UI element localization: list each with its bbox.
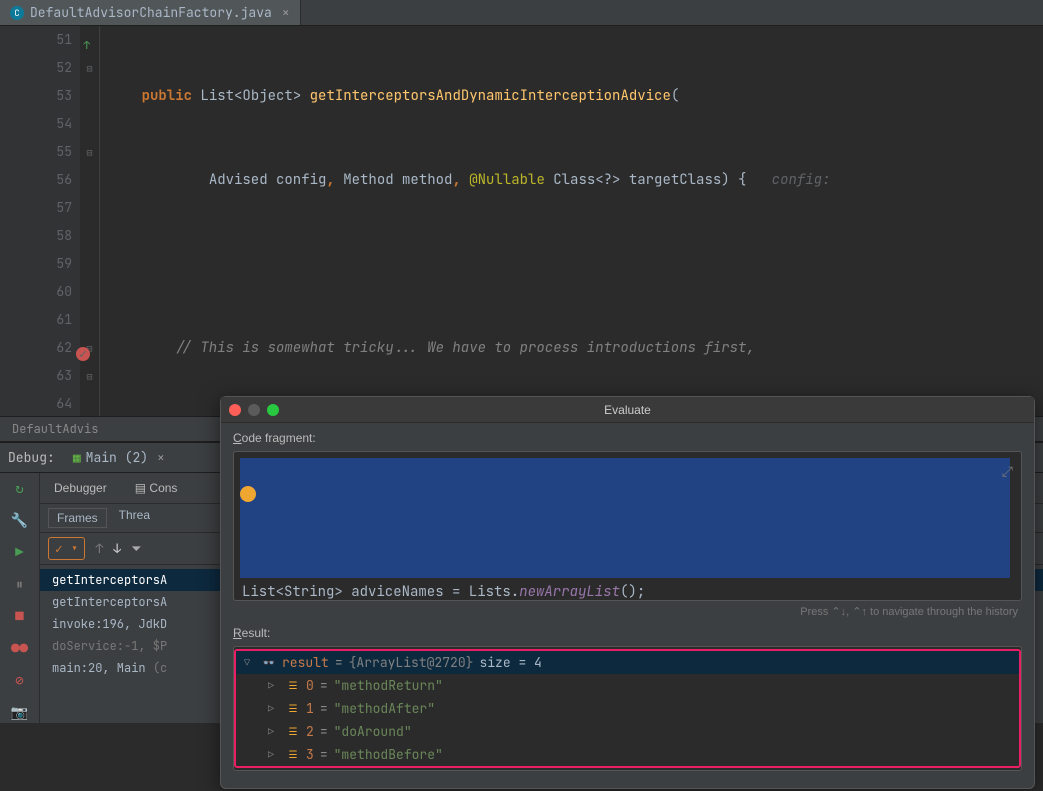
code-fragment-label: Code fragment:	[233, 431, 1022, 445]
evaluate-dialog: Evaluate Code fragment: ⤢ List<String> a…	[220, 396, 1035, 789]
result-item[interactable]: ▷ ☰ 3 = "methodBefore"	[236, 743, 1019, 766]
close-icon[interactable]: ×	[282, 4, 290, 21]
file-tab[interactable]: C DefaultAdvisorChainFactory.java ×	[0, 0, 301, 25]
frames-tab[interactable]: Frames	[48, 508, 107, 528]
chevron-right-icon[interactable]: ▷	[268, 679, 280, 692]
result-label: Result:	[233, 626, 1022, 640]
close-icon[interactable]: ×	[157, 449, 165, 466]
fold-icon[interactable]: ⊟	[80, 138, 99, 166]
dialog-title: Evaluate	[604, 403, 651, 417]
file-tab-label: DefaultAdvisorChainFactory.java	[30, 4, 272, 21]
mute-bp-icon[interactable]: ⊘	[10, 671, 30, 691]
class-file-icon: C	[10, 6, 24, 20]
dialog-titlebar[interactable]: Evaluate	[221, 397, 1034, 423]
console-tab[interactable]: ▤ Cons	[129, 477, 184, 499]
element-icon: ☰	[286, 679, 300, 693]
window-zoom-icon[interactable]	[267, 404, 279, 416]
element-icon: ☰	[286, 702, 300, 716]
debug-title: Debug:	[8, 449, 55, 466]
pause-icon[interactable]: ⏸	[10, 575, 30, 595]
apply-icon[interactable]: ✓ ▾	[48, 537, 85, 560]
element-icon: ☰	[286, 748, 300, 762]
expand-icon[interactable]: ⤢	[1002, 460, 1013, 484]
history-hint: Press ⌃↓, ⌃↑ to navigate through the his…	[233, 601, 1022, 626]
intention-bulb-icon[interactable]	[240, 486, 256, 502]
code-fragment-input[interactable]: ⤢ List<String> adviceNames = Lists.newAr…	[233, 451, 1022, 601]
result-root[interactable]: ▽ 👓 result = {ArrayList@2720} size = 4	[236, 651, 1019, 674]
threads-tab[interactable]: Threa	[119, 508, 150, 528]
prev-frame-icon[interactable]: ↑	[95, 540, 103, 557]
chevron-right-icon[interactable]: ▷	[268, 702, 280, 715]
camera-icon[interactable]: 📷	[10, 703, 30, 723]
debug-config-tab[interactable]: ▦ Main (2) ×	[65, 447, 173, 468]
run-config-icon: ▦	[73, 449, 81, 466]
fold-icon[interactable]: ⊟	[80, 54, 99, 82]
chevron-right-icon[interactable]: ▷	[268, 748, 280, 761]
chevron-down-icon[interactable]: ▽	[244, 656, 256, 669]
result-item[interactable]: ▷ ☰ 0 = "methodReturn"	[236, 674, 1019, 697]
editor-tab-bar: C DefaultAdvisorChainFactory.java ×	[0, 0, 1043, 26]
debugger-tab[interactable]: Debugger	[48, 477, 113, 499]
result-tree: ▽ 👓 result = {ArrayList@2720} size = 4 ▷…	[233, 646, 1022, 771]
watch-icon: 👓	[262, 656, 276, 670]
override-up-icon[interactable]: ↑	[76, 32, 90, 46]
wrench-icon[interactable]: 🔧	[10, 511, 30, 531]
stop-icon[interactable]: ■	[10, 607, 30, 627]
chevron-right-icon[interactable]: ▷	[268, 725, 280, 738]
breakpoint-icon[interactable]: ✓	[76, 340, 90, 354]
breakpoints-icon[interactable]: ●●	[10, 639, 30, 659]
resume-icon[interactable]: ▶	[10, 543, 30, 563]
editor: 51↑ 52 53 54 55 56 57 58 59 60 61 62✓ 63…	[0, 26, 1043, 416]
line-gutter: 51↑ 52 53 54 55 56 57 58 59 60 61 62✓ 63…	[0, 26, 80, 416]
result-item[interactable]: ▷ ☰ 1 = "methodAfter"	[236, 697, 1019, 720]
rerun-icon[interactable]: ↻	[10, 479, 30, 499]
code-area[interactable]: public List<Object> getInterceptorsAndDy…	[100, 26, 1043, 416]
element-icon: ☰	[286, 725, 300, 739]
filter-icon[interactable]: ⏷	[131, 540, 141, 557]
result-item[interactable]: ▷ ☰ 2 = "doAround"	[236, 720, 1019, 743]
console-icon: ▤	[135, 481, 146, 495]
debug-toolbar: ↻ 🔧 ▶ ⏸ ■ ●● ⊘ 📷	[0, 473, 40, 723]
window-close-icon[interactable]	[229, 404, 241, 416]
next-frame-icon[interactable]: ↓	[113, 540, 121, 557]
window-minimize-icon[interactable]	[248, 404, 260, 416]
